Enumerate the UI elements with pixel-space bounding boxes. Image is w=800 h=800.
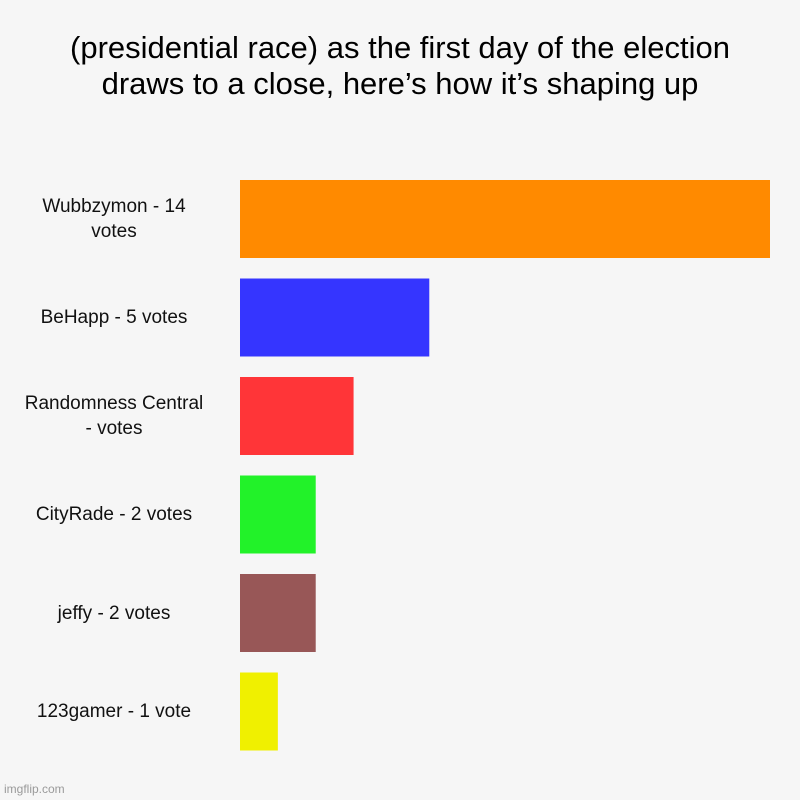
- bar-5: [240, 672, 278, 751]
- bar-chart: [240, 180, 770, 751]
- bar-1: [240, 278, 430, 357]
- bar-0: [240, 180, 770, 258]
- bar-2: [240, 377, 354, 455]
- bar-3: [240, 475, 316, 554]
- watermark: imgflip.com: [4, 782, 65, 796]
- bar-4: [240, 574, 316, 652]
